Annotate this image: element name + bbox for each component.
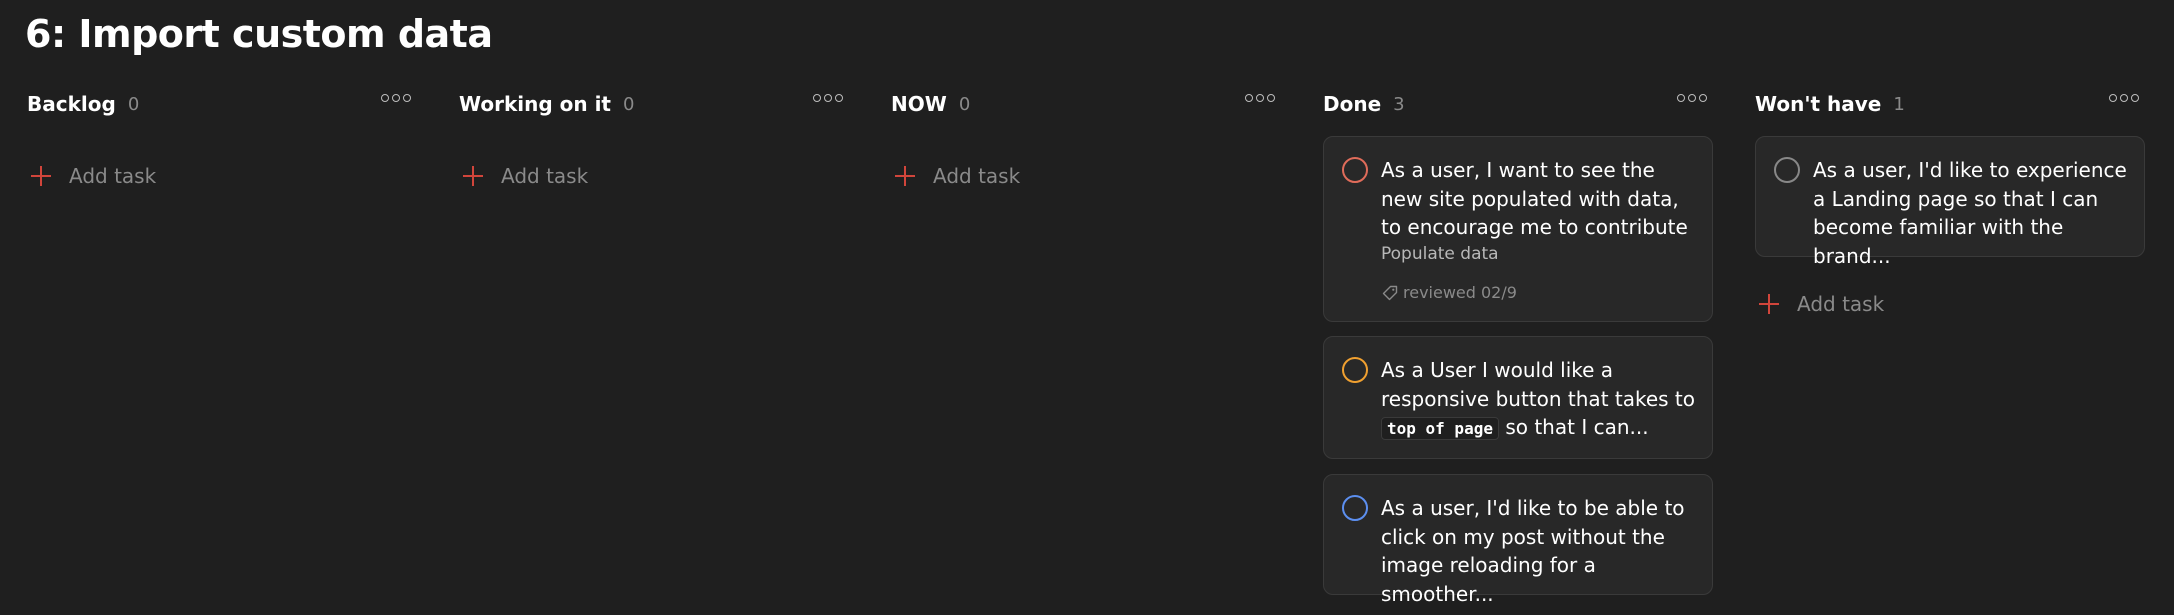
plus-icon bbox=[1759, 294, 1779, 314]
tag-icon bbox=[1382, 285, 1398, 300]
task-content: As a user, I'd like to experience a Land… bbox=[1813, 158, 2127, 268]
task-content-text: so that I can... bbox=[1505, 415, 1649, 439]
project-board-page: 6: Import custom data Backlog 0 Add task… bbox=[0, 0, 2174, 615]
more-horizontal-icon[interactable] bbox=[381, 94, 411, 102]
task-content: As a user, I want to see the new site po… bbox=[1381, 158, 1688, 239]
add-task-button[interactable]: Add task bbox=[891, 158, 1020, 194]
column-name: Won't have bbox=[1755, 92, 1882, 116]
task-card[interactable]: As a user, I'd like to experience a Land… bbox=[1755, 136, 2145, 268]
task-content-text: As a User I would like a responsive butt… bbox=[1381, 358, 1696, 411]
column-working-on-it: Working on it 0 Add task bbox=[459, 88, 851, 615]
column-header: Backlog 0 bbox=[27, 88, 419, 120]
column-now: NOW 0 Add task bbox=[891, 88, 1283, 615]
circle-checkbox-icon[interactable] bbox=[1342, 495, 1368, 521]
column-count: 1 bbox=[1893, 93, 1905, 115]
column-header: Done 3 bbox=[1323, 88, 1715, 120]
plus-icon bbox=[31, 166, 51, 186]
column-count: 0 bbox=[958, 93, 971, 115]
circle-checkbox-icon[interactable] bbox=[1342, 357, 1368, 383]
task-content: As a User I would like a responsive butt… bbox=[1381, 356, 1701, 444]
column-count: 3 bbox=[1393, 93, 1405, 115]
plus-icon bbox=[895, 166, 915, 186]
more-horizontal-icon[interactable] bbox=[1677, 94, 1707, 102]
circle-checkbox-icon[interactable] bbox=[1342, 157, 1368, 183]
add-task-label: Add task bbox=[501, 164, 589, 188]
add-task-button[interactable]: Add task bbox=[459, 158, 588, 194]
column-header: NOW 0 bbox=[891, 88, 1283, 120]
column-header: Working on it 0 bbox=[459, 88, 851, 120]
task-card[interactable]: As a user, I want to see the new site po… bbox=[1323, 136, 1713, 322]
more-horizontal-icon[interactable] bbox=[813, 94, 843, 102]
board: Backlog 0 Add task Working on it 0 Add t… bbox=[0, 88, 2174, 615]
column-wont-have: Won't have 1 As a user, I'd like to expe… bbox=[1755, 88, 2147, 615]
task-label-text: reviewed 02/9 bbox=[1403, 283, 1517, 302]
more-horizontal-icon[interactable] bbox=[2109, 94, 2139, 102]
task-card[interactable]: As a user, I'd like to be able to click … bbox=[1323, 474, 1713, 606]
task-label[interactable]: reviewed 02/9 bbox=[1381, 283, 1517, 302]
column-done: Done 3 As a user, I want to see the new … bbox=[1323, 88, 1715, 615]
column-name: Working on it bbox=[459, 92, 611, 116]
more-horizontal-icon[interactable] bbox=[1245, 94, 1275, 102]
circle-checkbox-icon[interactable] bbox=[1774, 157, 1800, 183]
column-name: NOW bbox=[891, 92, 947, 116]
add-task-label: Add task bbox=[933, 164, 1021, 188]
add-task-label: Add task bbox=[1797, 292, 1885, 316]
column-name: Done bbox=[1323, 92, 1382, 116]
column-header: Won't have 1 bbox=[1755, 88, 2147, 120]
inline-code: top of page bbox=[1381, 417, 1499, 440]
column-count: 0 bbox=[127, 93, 140, 115]
add-task-button[interactable]: Add task bbox=[27, 158, 156, 194]
column-name: Backlog bbox=[27, 92, 116, 116]
plus-icon bbox=[463, 166, 483, 186]
column-count: 0 bbox=[622, 93, 635, 115]
add-task-label: Add task bbox=[69, 164, 157, 188]
task-description: Populate data bbox=[1381, 244, 1499, 264]
task-card[interactable]: As a User I would like a responsive butt… bbox=[1323, 336, 1713, 459]
add-task-button[interactable]: Add task bbox=[1755, 286, 1884, 322]
column-backlog: Backlog 0 Add task bbox=[27, 88, 419, 615]
project-title: 6: Import custom data bbox=[25, 12, 493, 56]
task-content: As a user, I'd like to be able to click … bbox=[1381, 496, 1685, 606]
